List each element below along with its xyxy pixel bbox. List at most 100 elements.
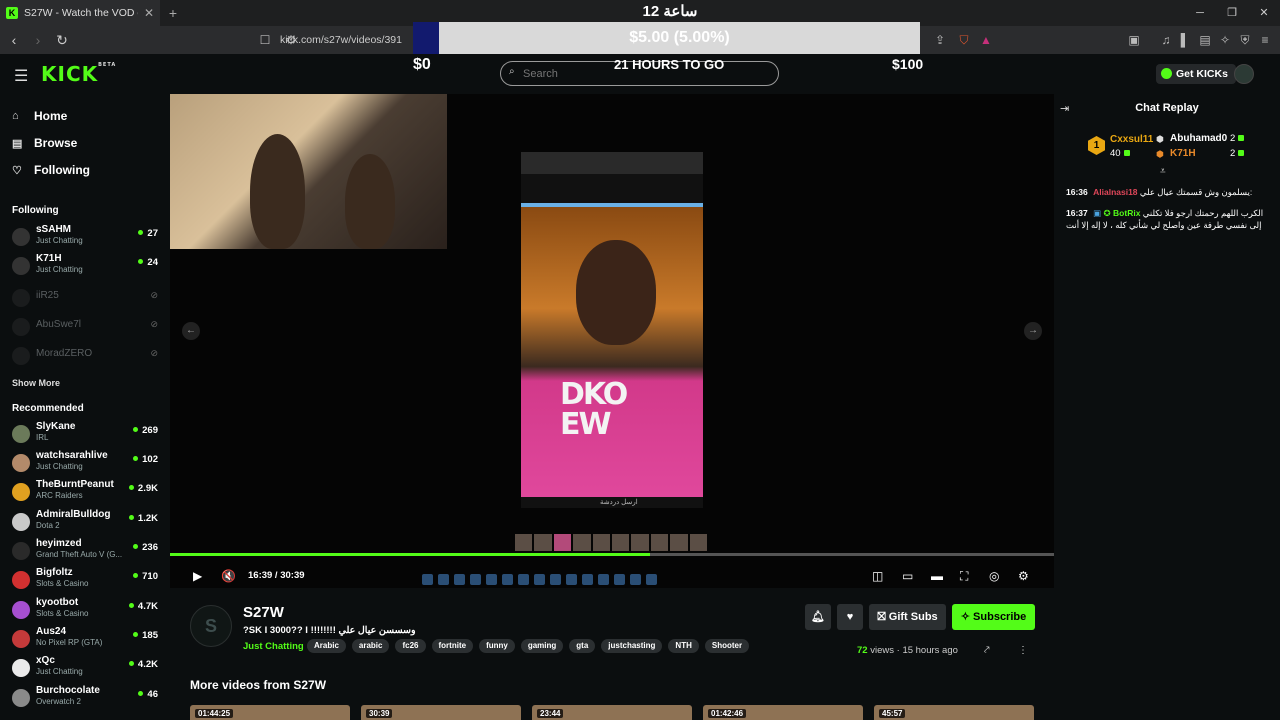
wallet-icon[interactable]: ▤ bbox=[1197, 32, 1213, 48]
seek-bar-fill bbox=[170, 553, 650, 556]
more-options-icon[interactable]: ⋮ bbox=[1018, 645, 1028, 656]
taskbar-app bbox=[566, 573, 577, 585]
share-page-icon[interactable]: ⇪ bbox=[932, 32, 948, 48]
media-icon[interactable]: ♫ bbox=[1158, 32, 1174, 48]
views-label: views bbox=[870, 645, 894, 656]
message-user[interactable]: Alialnasi18 bbox=[1093, 187, 1137, 197]
shirt-print: DKO EW bbox=[560, 377, 628, 442]
expand-gifters-icon[interactable]: ⩡ bbox=[1160, 166, 1166, 177]
brave-shield-icon[interactable]: ⛉ bbox=[956, 32, 972, 48]
fullscreen-icon[interactable]: ⛶ bbox=[960, 566, 968, 586]
show-more-link[interactable]: Show More bbox=[12, 378, 60, 388]
share-icon[interactable]: ⤤ bbox=[984, 645, 990, 656]
kick-logo[interactable]: KICKBETA bbox=[41, 62, 116, 86]
back-icon[interactable]: ‹ bbox=[4, 32, 24, 48]
taskbar-app bbox=[614, 573, 625, 585]
recommended-channel[interactable]: TheBurntPeanut ARC Raiders 2.9K bbox=[12, 478, 162, 506]
recommended-channel[interactable]: Aus24 No Pixel RP (GTA) 185 bbox=[12, 625, 162, 653]
tag[interactable]: NTH bbox=[668, 639, 699, 653]
sidebar-item-browse[interactable]: ▤ Browse bbox=[12, 136, 77, 150]
recommended-channel[interactable]: heyimzed Grand Theft Auto V (G... 236 bbox=[12, 537, 162, 565]
hamburger-menu-icon[interactable]: ☰ bbox=[14, 66, 28, 86]
reload-icon[interactable]: ↻ bbox=[52, 32, 72, 49]
tag[interactable]: fc26 bbox=[395, 639, 426, 653]
user-avatar[interactable] bbox=[1234, 64, 1254, 84]
channel-category: Overwatch 2 bbox=[36, 697, 81, 706]
tag[interactable]: Shooter bbox=[704, 639, 750, 653]
recommended-channel[interactable]: AdmiralBulldog Dota 2 1.2K bbox=[12, 508, 162, 536]
gift-subs-button[interactable]: ⛝ Gift Subs bbox=[869, 604, 946, 630]
recommended-channel[interactable]: Bigfoltz Slots & Casino 710 bbox=[12, 566, 162, 594]
following-channel[interactable]: iiR25 ⊘ bbox=[12, 284, 162, 312]
sidebar-item-following[interactable]: ♡ Following bbox=[12, 163, 90, 177]
video-thumbnail[interactable]: 01:44:25 bbox=[190, 705, 350, 720]
mini-player-icon[interactable]: ◫ bbox=[872, 566, 883, 586]
sidebar-toggle-icon[interactable]: ▌ bbox=[1177, 32, 1193, 48]
theater-mode-icon[interactable]: ▬ bbox=[931, 566, 943, 586]
following-channel[interactable]: K71H Just Chatting 24 bbox=[12, 252, 162, 280]
stream-category[interactable]: Just Chatting bbox=[243, 641, 304, 652]
follow-button[interactable]: ♥ bbox=[837, 604, 863, 630]
close-tab-icon[interactable]: ✕ bbox=[144, 6, 154, 20]
vpn-icon[interactable]: ⛨ bbox=[1237, 32, 1253, 48]
browser-tab[interactable]: K S27W - Watch the VOD on Kick ✕ bbox=[0, 0, 160, 26]
thumbnail bbox=[631, 534, 649, 551]
following-channel[interactable]: MoradZERO ⊘ bbox=[12, 342, 162, 370]
thumbnail bbox=[515, 534, 533, 551]
message-user[interactable]: BotRix bbox=[1113, 208, 1140, 218]
new-tab-icon[interactable]: + bbox=[160, 5, 186, 21]
thumbnail bbox=[553, 534, 572, 551]
gifter-count: 40 bbox=[1110, 148, 1130, 159]
bell-icon: 🔔︎ bbox=[811, 611, 825, 623]
gifter-name[interactable]: Cxxsul11 bbox=[1110, 134, 1153, 145]
window-close-icon[interactable]: ✕ bbox=[1248, 0, 1280, 26]
following-channel[interactable]: sSAHM Just Chatting 27 bbox=[12, 223, 162, 251]
recommended-channel[interactable]: SlyKane IRL 269 bbox=[12, 420, 162, 448]
address-bar[interactable]: kick.com/s27w/videos/391 bbox=[280, 30, 418, 50]
tag[interactable]: gta bbox=[569, 639, 596, 653]
previous-arrow-icon[interactable]: ← bbox=[182, 322, 200, 340]
speed-icon[interactable]: ◎ bbox=[989, 566, 999, 586]
channel-name: Bigfoltz bbox=[36, 567, 73, 578]
video-thumbnail[interactable]: 23:44 bbox=[532, 705, 692, 720]
leo-ai-icon[interactable]: ✧ bbox=[1217, 32, 1233, 48]
sidebar-item-home[interactable]: ⌂ Home bbox=[12, 109, 67, 123]
tag[interactable]: Arabic bbox=[307, 639, 346, 653]
menu-icon[interactable]: ≡ bbox=[1257, 32, 1273, 48]
tag[interactable]: arabic bbox=[351, 639, 390, 653]
gifter-name[interactable]: K71H bbox=[1170, 148, 1196, 159]
following-channel[interactable]: AbuSwe7l ⊘ bbox=[12, 313, 162, 341]
streamer-figure bbox=[250, 134, 305, 249]
rewards-icon[interactable]: ▲ bbox=[978, 32, 994, 48]
gifter-name[interactable]: Abuhamad0 bbox=[1170, 133, 1227, 144]
tag[interactable]: justchasting bbox=[601, 639, 663, 653]
next-arrow-icon[interactable]: → bbox=[1024, 322, 1042, 340]
seek-bar[interactable] bbox=[170, 553, 1054, 556]
tag[interactable]: fortnite bbox=[431, 639, 474, 653]
recommended-channel[interactable]: Burchocolate Overwatch 2 46 bbox=[12, 684, 162, 712]
video-thumbnail[interactable]: 45:57 bbox=[874, 705, 1034, 720]
bookmark-icon[interactable]: ☐ bbox=[257, 32, 273, 48]
home-icon: ⌂ bbox=[12, 110, 19, 122]
video-thumbnail[interactable]: 30:39 bbox=[361, 705, 521, 720]
clip-icon[interactable]: ▭ bbox=[902, 566, 913, 586]
screenshot-icon[interactable]: ▣ bbox=[1126, 32, 1142, 48]
video-duration: 23:44 bbox=[537, 709, 564, 718]
mute-icon[interactable]: 🔇 bbox=[221, 566, 236, 586]
notification-bell-button[interactable]: 🔔︎ bbox=[805, 604, 831, 630]
channel-name-title[interactable]: S27W bbox=[243, 604, 284, 621]
forward-icon[interactable]: › bbox=[28, 32, 48, 48]
maximize-icon[interactable]: ❐ bbox=[1216, 0, 1248, 26]
recommended-channel[interactable]: xQc Just Chatting 4.2K bbox=[12, 654, 162, 682]
recommended-channel[interactable]: kyootbot Slots & Casino 4.7K bbox=[12, 596, 162, 624]
taskbar-app bbox=[646, 573, 657, 585]
tag[interactable]: funny bbox=[479, 639, 515, 653]
recommended-channel[interactable]: watchsarahlive Just Chatting 102 bbox=[12, 449, 162, 477]
minimize-icon[interactable]: ─ bbox=[1184, 0, 1216, 26]
settings-gear-icon[interactable]: ⚙ bbox=[1018, 566, 1029, 586]
channel-avatar[interactable]: S bbox=[190, 605, 232, 647]
subscribe-button[interactable]: ✧ Subscribe bbox=[952, 604, 1035, 630]
video-thumbnail[interactable]: 01:42:46 bbox=[703, 705, 863, 720]
play-icon[interactable]: ▶ bbox=[193, 566, 202, 586]
tag[interactable]: gaming bbox=[520, 639, 564, 653]
